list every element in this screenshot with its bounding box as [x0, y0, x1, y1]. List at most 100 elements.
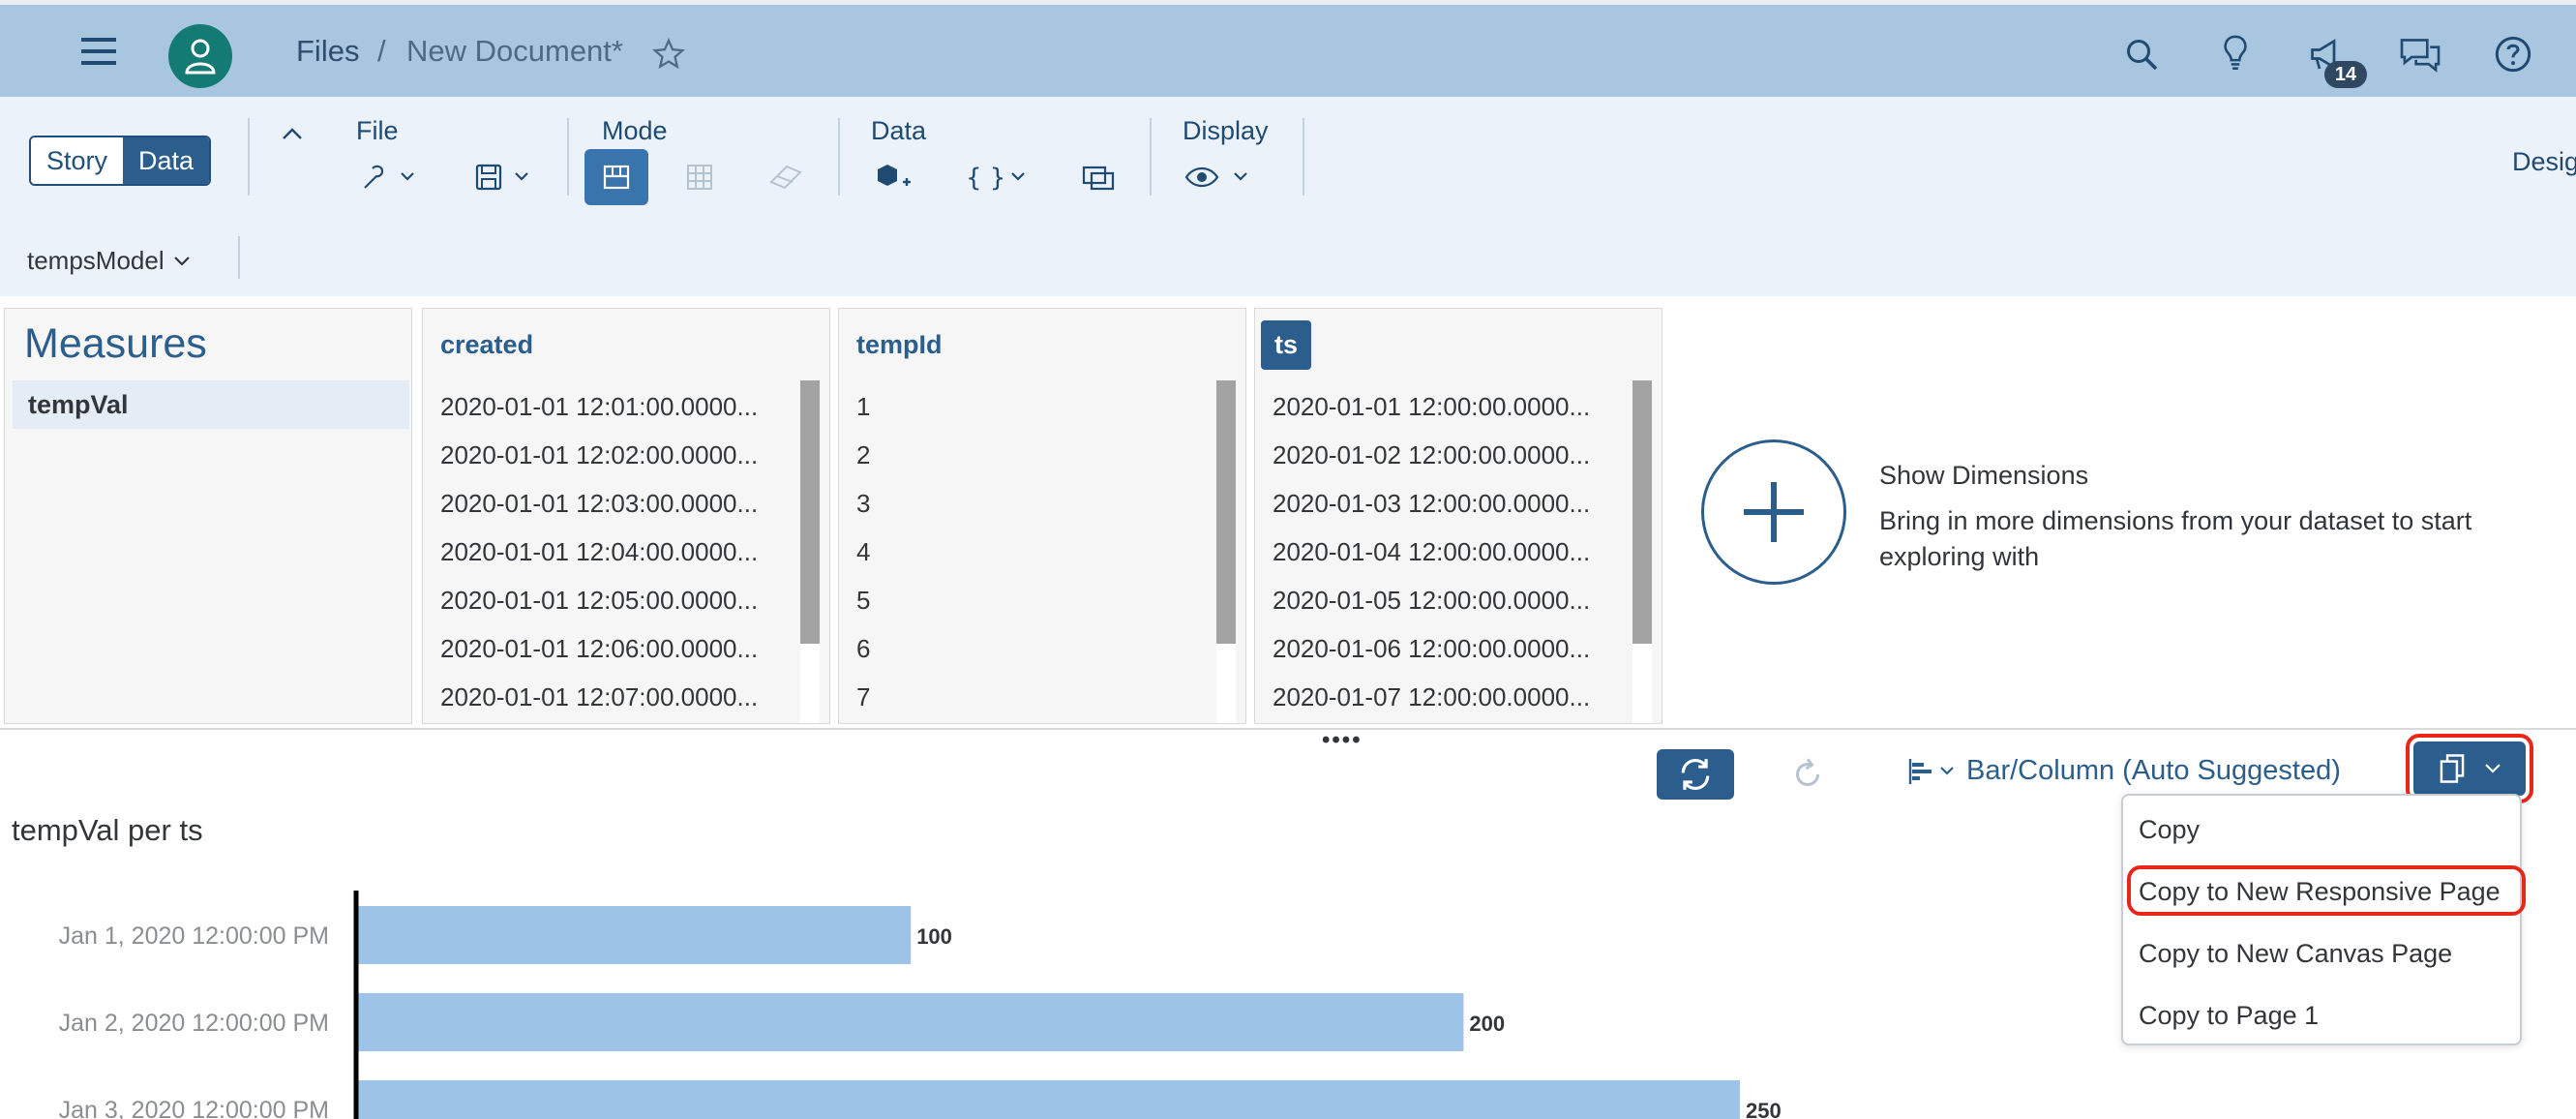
column-created[interactable]: created 2020-01-01 12:01:00.0000... 2020…	[422, 308, 830, 724]
data-label: 200	[1469, 1012, 1505, 1036]
overlay-windows-icon[interactable]	[1076, 155, 1121, 199]
notification-count-badge: 14	[2324, 61, 2367, 88]
display-eye-icon[interactable]	[1183, 155, 1254, 199]
splitter-handle-icon[interactable]: ••••	[1322, 729, 1363, 752]
mode-group-label: Mode	[602, 116, 668, 145]
tools-wrench-icon[interactable]	[354, 155, 424, 199]
toolbar-divider	[248, 118, 250, 196]
copy-icon	[2440, 754, 2465, 783]
mode-data-grid-icon[interactable]	[584, 149, 648, 205]
mode-wrangle-icon[interactable]	[761, 155, 813, 199]
list-item: 2020-01-01 12:02:00.0000...	[440, 440, 759, 469]
data-group-label: Data	[871, 116, 927, 145]
measure-item-tempval[interactable]: tempVal	[13, 380, 409, 429]
column-header-ts[interactable]: ts	[1261, 320, 1312, 370]
shell-bar: Files / New Document* 14	[0, 0, 2576, 97]
model-selector-dropdown[interactable]: tempsModel	[27, 246, 192, 276]
model-name: tempsModel	[27, 246, 165, 275]
list-item: 2020-01-01 12:05:00.0000...	[440, 586, 759, 615]
toolbar-divider	[1150, 118, 1152, 196]
formula-braces-icon[interactable]: { }	[962, 155, 1032, 199]
category-tick-label: Jan 3, 2020 12:00:00 PM	[59, 1097, 329, 1119]
bar-chart: Jan 1, 2020 12:00:00 PM 100 Jan 2, 2020 12…	[59, 891, 1782, 1119]
category-tick-label: Jan 1, 2020 12:00:00 PM	[59, 922, 329, 950]
column-header-tempid[interactable]: tempId	[856, 330, 943, 360]
toolbar-divider	[838, 118, 840, 196]
chevron-down-icon	[173, 256, 190, 266]
collapse-toolbar-chevron-up-icon[interactable]	[275, 116, 310, 151]
bar[interactable]	[358, 993, 1464, 1051]
chevron-down-icon	[2485, 764, 2501, 773]
menu-item-copy-to-page-1[interactable]: Copy to Page 1	[2139, 1001, 2319, 1031]
copy-dropdown-menu: Copy Copy to New Responsive Page Copy to…	[2121, 794, 2522, 1045]
plus-icon	[1744, 482, 1804, 542]
data-label: 250	[1746, 1099, 1782, 1119]
panel-splitter[interactable]	[0, 728, 2576, 730]
toolbar-divider	[567, 118, 569, 196]
svg-text:{ }: { }	[966, 164, 1005, 192]
scrollbar-thumb[interactable]	[1216, 380, 1236, 644]
menu-item-copy[interactable]: Copy	[2139, 815, 2200, 845]
list-item: 2020-01-01 12:04:00.0000...	[440, 537, 759, 566]
bar-chart-icon	[1908, 758, 1954, 784]
sync-refresh-button[interactable]	[1657, 749, 1734, 800]
show-dimensions-description: Bring in more dimensions from your datas…	[1879, 506, 2472, 571]
list-item: 2020-01-07 12:00:00.0000...	[1273, 682, 1591, 711]
measures-title: Measures	[24, 320, 207, 367]
column-values-tempid: 1 2 3 4 5 6 7	[856, 382, 1224, 721]
measures-panel: Measures tempVal	[4, 308, 412, 724]
list-item: 7	[856, 682, 871, 711]
breadcrumb-files[interactable]: Files	[296, 34, 359, 69]
bar[interactable]	[358, 1080, 1740, 1119]
data-label: 100	[916, 924, 952, 949]
scrollbar-thumb[interactable]	[800, 380, 820, 644]
list-item: 5	[856, 586, 871, 615]
list-item: 3	[856, 489, 871, 518]
show-dimensions-title: Show Dimensions	[1879, 461, 2089, 490]
list-item: 2020-01-04 12:00:00.0000...	[1273, 537, 1591, 566]
breadcrumb-separator: /	[377, 34, 386, 68]
list-item: 2020-01-06 12:00:00.0000...	[1273, 634, 1591, 663]
list-item: 4	[856, 537, 871, 566]
lightbulb-icon[interactable]	[2216, 32, 2255, 75]
save-icon[interactable]	[468, 155, 538, 199]
sync-icon	[1681, 758, 1710, 791]
designer-button[interactable]: Designer	[2512, 147, 2576, 177]
hamburger-menu-icon[interactable]	[77, 32, 120, 71]
toolbar-divider	[1303, 118, 1304, 196]
story-toggle-button[interactable]: Story	[31, 137, 124, 184]
menu-item-highlight	[2127, 865, 2526, 916]
category-tick-label: Jan 2, 2020 12:00:00 PM	[59, 1010, 329, 1037]
menu-item-copy-to-new-canvas-page[interactable]: Copy to New Canvas Page	[2139, 939, 2452, 969]
document-title: New Document*	[406, 34, 623, 68]
bar[interactable]	[358, 906, 912, 964]
add-dimension-button[interactable]	[1701, 439, 1846, 585]
copy-menu-button[interactable]	[2413, 741, 2526, 796]
story-data-toggle: Story Data	[29, 136, 212, 186]
chart-type-selector[interactable]: Bar/Column (Auto Suggested)	[1906, 755, 2341, 787]
chart-type-label: Bar/Column (Auto Suggested)	[1966, 755, 2341, 786]
list-item: 2	[856, 440, 871, 469]
column-values-created: 2020-01-01 12:01:00.0000... 2020-01-01 1…	[440, 382, 808, 721]
list-item: 2020-01-02 12:00:00.0000...	[1273, 440, 1591, 469]
list-item: 2020-01-01 12:07:00.0000...	[440, 682, 759, 711]
mode-table-icon[interactable]	[677, 155, 722, 199]
main-toolbar: Story Data File Mode Data { } Display De…	[0, 97, 2576, 296]
add-data-cube-icon[interactable]	[871, 155, 915, 199]
chart-title: tempVal per ts	[12, 813, 203, 847]
list-item: 2020-01-01 12:00:00.0000...	[1273, 392, 1591, 421]
column-header-created[interactable]: created	[440, 330, 533, 360]
list-item: 2020-01-01 12:03:00.0000...	[440, 489, 759, 518]
column-tempid[interactable]: tempId 1 2 3 4 5 6 7	[838, 308, 1246, 724]
search-icon[interactable]	[2121, 34, 2162, 75]
toolbar-divider	[238, 236, 240, 279]
column-ts[interactable]: ts 2020-01-01 12:00:00.0000... 2020-01-0…	[1254, 308, 1662, 724]
data-toggle-button[interactable]: Data	[123, 137, 210, 184]
feedback-chat-icon[interactable]	[2398, 34, 2442, 75]
reset-icon[interactable]	[1786, 753, 1829, 796]
scrollbar-thumb[interactable]	[1632, 380, 1652, 644]
favorite-star-icon[interactable]	[650, 36, 687, 73]
list-item: 2020-01-01 12:01:00.0000...	[440, 392, 759, 421]
help-icon[interactable]	[2491, 32, 2535, 76]
user-avatar-icon[interactable]	[168, 24, 232, 88]
